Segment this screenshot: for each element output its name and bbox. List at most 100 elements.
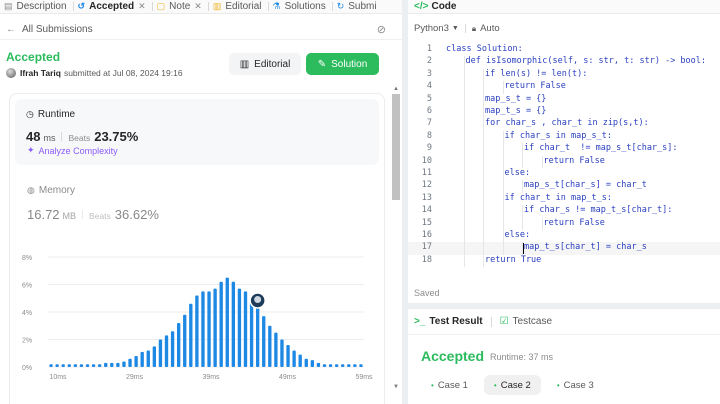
chart-bar[interactable] [158,339,163,368]
code-line[interactable]: 8 if char_s in map_s_t: [408,131,720,143]
chart-bar[interactable] [170,331,175,367]
auto-label[interactable]: Auto [480,23,500,34]
case-2-tab[interactable]: • Case 2 [483,375,541,395]
chart-bar[interactable] [347,364,351,367]
tab-test-result[interactable]: >_ Test Result [414,316,483,327]
chart-bar[interactable] [219,281,223,367]
chart-bar[interactable] [353,364,357,367]
chart-bar[interactable] [274,332,278,367]
code-line[interactable]: 15 return False [408,218,720,230]
chart-bar[interactable] [97,364,102,367]
chart-bar[interactable] [201,291,205,367]
chart-bar[interactable] [243,291,248,367]
chart-bar[interactable] [298,354,302,367]
chart-bar[interactable] [152,346,157,367]
chart-bar[interactable] [225,277,229,367]
chart-bar[interactable] [268,325,272,367]
code-line[interactable]: 17 map_t_s[char_t] = char_s [408,242,720,255]
chart-bar[interactable] [249,299,254,367]
language-select[interactable]: Python3 [414,23,449,34]
chart-bar[interactable] [304,358,308,367]
chart-bar[interactable] [322,364,327,367]
chart-bar[interactable] [334,364,339,367]
tab-description[interactable]: ▤ Description [0,0,73,13]
chart-bar[interactable] [116,362,120,367]
chart-bar[interactable] [341,364,345,367]
case-1-tab[interactable]: • Case 1 [421,375,478,395]
close-icon[interactable]: ✕ [194,1,202,12]
chart-bar[interactable] [237,288,242,367]
tab-solutions[interactable]: ⚗ Solutions [269,0,332,13]
scrollbar-thumb[interactable] [392,94,400,200]
code-line[interactable]: 2 def isIsomorphic(self, s: str, t: str) … [408,56,720,68]
chart-bar[interactable] [164,335,169,367]
code-line[interactable]: 14 if char_s != map_t_s[char_t]: [408,205,720,217]
chart-bar[interactable] [104,362,108,367]
code-editor[interactable]: 1 class Solution: 2 def isIsomorphic(self, … [408,44,720,274]
close-icon[interactable]: ✕ [138,1,146,12]
code-line[interactable]: 4 return False [408,81,720,93]
chart-bar[interactable] [255,306,260,368]
memory-title[interactable]: ◍ Memory [27,185,75,196]
code-line[interactable]: 7 for char_s , char_t in zip(s,t): [408,118,720,130]
code-line[interactable]: 6 map_t_s = {} [408,106,720,118]
chart-bar[interactable] [292,350,296,368]
chart-bar[interactable] [91,364,96,367]
code-line[interactable]: 5 map_s_t = {} [408,94,720,106]
chart-bar[interactable] [67,364,71,367]
solution-button[interactable]: ✎ Solution [306,53,379,75]
chart-bar[interactable] [55,364,59,367]
username[interactable]: Ifrah Tariq [20,68,61,78]
tab-editorial[interactable]: ▥ Editorial [209,0,268,13]
scroll-down-arrow[interactable]: ▼ [393,384,399,390]
runtime-distribution-chart[interactable]: 0% 2% 4% 6% 8% 10ms 29ms 39ms 49ms 59ms [10,249,385,389]
chevron-down-icon[interactable]: ▼ [452,25,459,32]
chart-bar[interactable] [140,351,144,367]
code-line[interactable]: 18 return True [408,255,720,267]
chart-bar[interactable] [286,345,290,367]
code-line[interactable]: 1 class Solution: [408,44,720,56]
editorial-button[interactable]: ▥ Editorial [229,53,301,75]
avatar[interactable] [6,68,16,78]
tab-accepted[interactable]: ↺ Accepted ✕ [74,0,152,13]
tab-note[interactable]: ▢ Note ✕ [153,0,208,13]
chart-bar[interactable] [128,358,132,367]
code-line[interactable]: 13 if char_t in map_t_s: [408,193,720,205]
chart-bar[interactable] [85,364,90,367]
chart-bar[interactable] [189,303,193,367]
code-line[interactable]: 16 else: [408,230,720,242]
scroll-up-arrow[interactable]: ▲ [393,86,399,92]
chart-bar[interactable] [195,295,199,368]
chart-bar[interactable] [310,360,315,367]
chart-bar[interactable] [61,364,65,367]
chart-bar[interactable] [110,362,114,367]
chart-bar[interactable] [79,364,84,367]
code-line[interactable]: 9 if char_t != map_s_t[char_s]: [408,143,720,155]
code-line[interactable]: 11 else: [408,168,720,180]
tab-testcase[interactable]: ☑ Testcase [500,316,552,327]
code-line[interactable]: 3 if len(s) != len(t): [408,69,720,81]
all-submissions-link[interactable]: All Submissions [22,24,93,35]
chart-bar[interactable] [359,364,363,367]
chart-bar[interactable] [316,362,321,367]
case-3-tab[interactable]: • Case 3 [547,375,604,395]
code-line[interactable]: 12 map_s_t[char_s] = char_t [408,180,720,192]
chart-bar[interactable] [176,323,181,367]
chart-bar[interactable] [213,288,217,367]
chart-bar[interactable] [146,350,150,368]
arrow-left-icon[interactable]: ← [6,24,16,35]
chart-bar[interactable] [183,314,187,367]
chart-bar[interactable] [280,339,284,368]
chart-bar[interactable] [134,356,138,367]
chart-bar[interactable] [49,364,53,367]
analyze-complexity-link[interactable]: ✦ Analyze Complexity [27,145,118,156]
chart-bar[interactable] [231,281,236,367]
chart-bar[interactable] [328,364,333,367]
link-icon[interactable]: ⊘ [377,23,386,36]
tab-submissions[interactable]: ↻ Submi [333,0,383,13]
chart-bar[interactable] [73,364,78,367]
chart-bar[interactable] [262,316,266,367]
chart-bar[interactable] [122,361,126,368]
code-line[interactable]: 10 return False [408,156,720,168]
chart-bar[interactable] [207,291,211,367]
